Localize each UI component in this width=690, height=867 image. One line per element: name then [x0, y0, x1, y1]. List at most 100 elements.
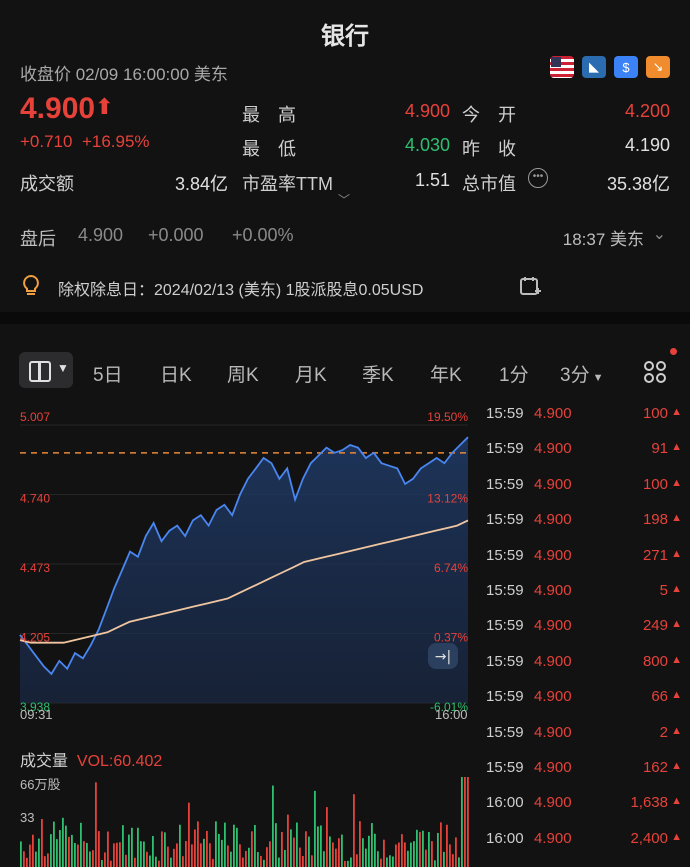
tab-yearly[interactable]: 年K [430, 360, 462, 387]
high-label: 最 高 [242, 105, 296, 125]
volume-label: 成交量 VOL:60.402 [20, 753, 163, 770]
volume-bar [215, 821, 217, 867]
volume-bar [371, 823, 373, 867]
last-price: 4.900⬆ [20, 92, 114, 125]
tab-3min[interactable]: 3分 ▼ [560, 360, 604, 387]
volume-chart[interactable] [0, 770, 480, 867]
trade-row: 15:59 4.900 271 ▲ [480, 547, 690, 567]
volume-bar [62, 817, 64, 867]
volume-bar [254, 824, 256, 867]
volume-bar [455, 837, 457, 867]
volume-bar [191, 844, 193, 867]
volume-bar [389, 855, 391, 867]
volume-bar [416, 829, 418, 867]
volume-bar [293, 837, 295, 867]
low-label: 最 低 [242, 139, 296, 159]
volume-bar [410, 842, 412, 867]
volume-bar [116, 842, 118, 867]
pe-label[interactable]: 市盈率TTM [242, 170, 333, 196]
volume-bar [224, 822, 226, 867]
volume-bar [50, 834, 52, 867]
volume-bar [299, 847, 301, 867]
volume-bar [347, 860, 349, 867]
volume-bar [335, 848, 337, 867]
volume-bar [128, 834, 130, 867]
pe-value: 1.51 [414, 170, 450, 190]
trade-time: 15:59 [486, 582, 524, 599]
tab-monthly[interactable]: 月K [295, 360, 327, 387]
volume-bar [257, 852, 259, 867]
trade-time: 15:59 [486, 475, 524, 493]
intraday-price-chart[interactable]: 5.007 19.50% 4.740 13.12% 4.473 6.74% 4.205 0.3… [0, 395, 480, 730]
volume-bar [194, 829, 196, 867]
layout-toggle-button[interactable]: ▼ [19, 352, 73, 388]
volume-bar [401, 834, 403, 867]
trend-icon[interactable]: ↘ [646, 56, 670, 78]
section-divider [0, 312, 690, 324]
grid-menu-icon[interactable] [643, 360, 667, 389]
volume-bar [362, 838, 364, 867]
volume-bar [386, 857, 388, 867]
calendar-add-icon[interactable] [518, 274, 542, 303]
volume-bar [425, 849, 427, 867]
volume-bar [329, 836, 331, 867]
volume-bar [47, 853, 49, 867]
x-label-end: 16:00 [435, 707, 468, 722]
tab-5d[interactable]: 5日 [93, 360, 123, 387]
after-hours-time[interactable]: 18:37 美东 [563, 225, 644, 250]
volume-bar [92, 850, 94, 867]
tab-1min[interactable]: 1分 [499, 360, 529, 387]
volume-bar [278, 857, 280, 867]
up-triangle-icon: ▲ [671, 618, 682, 631]
lightbulb-icon [20, 274, 42, 296]
more-icon[interactable]: ••• [528, 168, 548, 188]
after-hours-label: 盘后 [20, 229, 56, 249]
volume-bar [443, 851, 445, 867]
volume-bar [242, 857, 244, 867]
volume-bar [197, 821, 199, 867]
trade-time: 15:59 [486, 511, 524, 529]
tab-daily[interactable]: 日K [160, 360, 192, 387]
chart-app-icon[interactable]: ◣ [582, 56, 606, 78]
trade-volume: 800 [642, 652, 668, 670]
notification-dot [670, 348, 677, 355]
volume-bar [56, 839, 58, 867]
collapse-button[interactable]: →| [428, 643, 458, 669]
volume-bar [188, 802, 190, 867]
volume-bar [137, 827, 139, 867]
volume-bar [86, 842, 88, 867]
volume-bar [263, 859, 265, 867]
after-hours-pct: +0.00% [232, 225, 294, 245]
up-triangle-icon: ▲ [671, 583, 682, 595]
volume-bar [437, 832, 439, 867]
us-flag-icon[interactable] [550, 56, 574, 78]
trade-row: 15:59 4.900 249 ▲ [480, 617, 690, 637]
volume-bar [233, 824, 235, 867]
volume-bar [332, 842, 334, 867]
volume-bar [407, 850, 409, 867]
chevron-down-icon[interactable]: ﹀ [338, 191, 350, 208]
trade-volume: 2 [659, 723, 668, 741]
chevron-down-icon[interactable]: ⌄ [653, 224, 666, 244]
trade-price: 4.900 [534, 652, 572, 670]
volume-bar [122, 825, 124, 867]
dollar-icon[interactable]: $ [614, 56, 638, 78]
volume-bar [227, 845, 229, 867]
x-label-start: 09:31 [20, 707, 53, 722]
tab-quarterly[interactable]: 季K [362, 360, 394, 387]
prev-close-label: 昨 收 [462, 139, 516, 159]
volume-bar [287, 814, 289, 867]
volume-bar [317, 826, 319, 867]
volume-bar [32, 834, 34, 867]
after-hours-price: 4.900 [78, 225, 124, 245]
trade-price: 4.900 [534, 617, 572, 635]
volume-bar [302, 856, 304, 867]
arrow-right-bar-icon: →| [435, 649, 451, 665]
volume-bar [320, 825, 322, 867]
tab-weekly[interactable]: 周K [227, 360, 259, 387]
open-value: 4.200 [624, 101, 670, 121]
volume-bar [74, 842, 76, 867]
trade-price: 4.900 [534, 546, 572, 564]
volume-bar [359, 821, 361, 867]
volume-bar [110, 860, 112, 867]
